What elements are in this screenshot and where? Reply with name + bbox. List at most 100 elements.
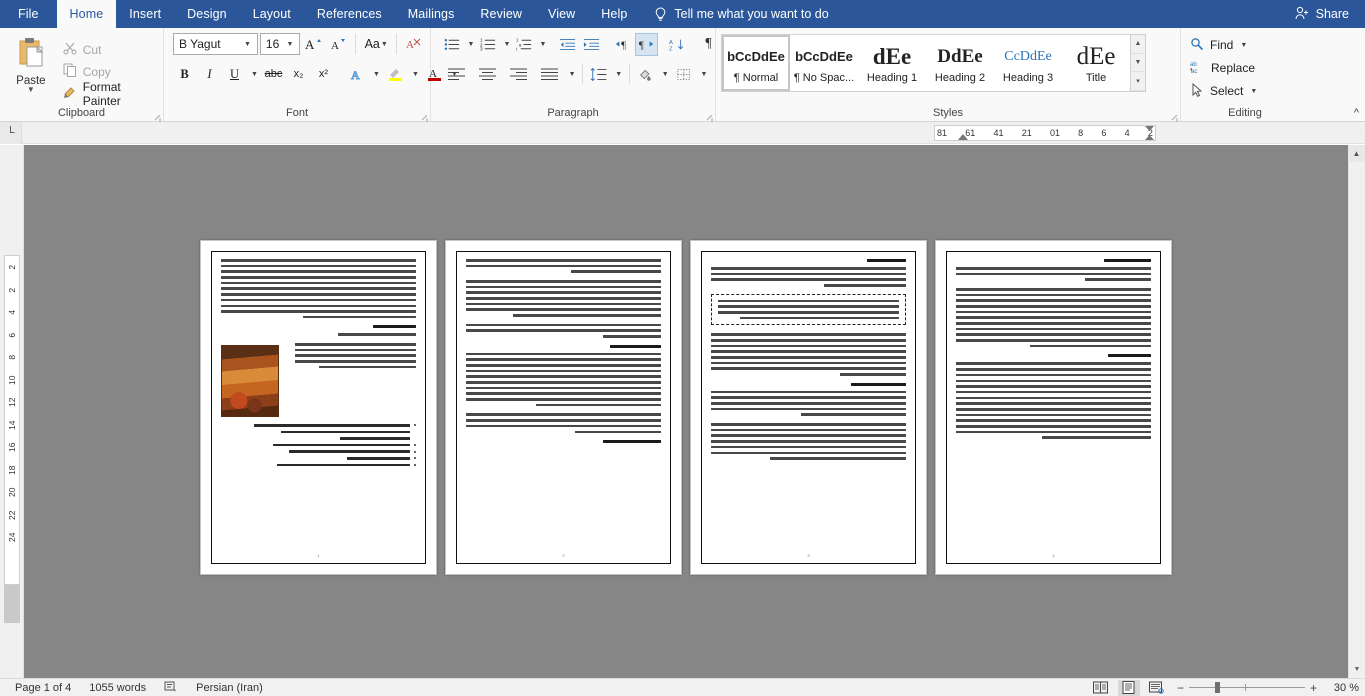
align-left-button[interactable] <box>441 63 471 86</box>
document-canvas[interactable]: 1 2 3 4 <box>24 145 1348 678</box>
tab-layout[interactable]: Layout <box>240 0 304 28</box>
right-to-left-button[interactable]: ¶ <box>635 32 658 56</box>
subscript-button[interactable]: x₂ <box>287 63 310 86</box>
text-effects-button[interactable]: A <box>345 63 368 86</box>
tab-stop-selector[interactable]: └ <box>0 121 22 144</box>
language-indicator[interactable]: Persian (Iran) <box>187 682 272 694</box>
select-button[interactable]: Select ▼ <box>1186 80 1261 102</box>
shading-button[interactable] <box>634 63 657 86</box>
cut-button[interactable]: Cut <box>59 39 158 60</box>
first-line-indent-marker[interactable] <box>958 134 968 140</box>
list-item[interactable] <box>221 463 416 467</box>
format-painter-button[interactable]: Format Painter <box>59 80 158 108</box>
tab-view[interactable]: View <box>535 0 588 28</box>
heading-block[interactable] <box>602 440 661 444</box>
paragraph-block[interactable] <box>711 390 906 417</box>
tab-references[interactable]: References <box>304 0 395 28</box>
tab-design[interactable]: Design <box>174 0 240 28</box>
heading-block[interactable] <box>867 259 906 262</box>
list-item[interactable] <box>221 443 416 447</box>
list-item[interactable] <box>221 430 416 434</box>
paragraph-block[interactable] <box>466 323 661 338</box>
style-item-heading-3[interactable]: CcDdEe Heading 3 <box>994 35 1062 91</box>
text-highlight-button[interactable] <box>384 63 407 86</box>
proofing-icon[interactable] <box>155 681 187 695</box>
tab-help[interactable]: Help <box>588 0 640 28</box>
highlight-caret[interactable]: ▼ <box>409 63 421 86</box>
list-item[interactable] <box>221 450 416 454</box>
heading-block[interactable] <box>851 382 906 386</box>
styles-more-button[interactable]: ▾ <box>1131 72 1145 92</box>
zoom-track[interactable] <box>1188 682 1305 693</box>
numbering-caret[interactable]: ▼ <box>501 33 512 56</box>
underline-caret[interactable]: ▼ <box>248 63 260 86</box>
style-item-normal[interactable]: bCcDdEe ¶ Normal <box>722 35 790 91</box>
find-button[interactable]: Find ▼ <box>1186 34 1261 56</box>
increase-indent-button[interactable] <box>580 33 603 56</box>
style-item-no-spacing[interactable]: bCcDdEe ¶ No Spac... <box>790 35 858 91</box>
vertical-scrollbar[interactable]: ▲ ▼ <box>1348 145 1365 678</box>
paragraph-block[interactable] <box>956 267 1151 281</box>
superscript-button[interactable]: x² <box>312 63 335 86</box>
list-item[interactable] <box>221 437 416 440</box>
font-name-caret[interactable]: ▼ <box>240 41 255 48</box>
vertical-ruler[interactable]: 2 2 4 6 8 10 12 14 16 18 20 22 24 <box>4 255 20 585</box>
font-size-combo[interactable]: 16 ▼ <box>259 33 301 55</box>
collapse-ribbon-button[interactable]: ^ <box>1354 107 1359 119</box>
underline-button[interactable]: U <box>223 63 246 86</box>
text-effects-caret[interactable]: ▼ <box>370 63 382 86</box>
styles-scroll-up-button[interactable]: ▲ <box>1131 35 1145 54</box>
paste-dropdown-caret[interactable]: ▼ <box>27 86 35 94</box>
heading-block[interactable] <box>373 325 416 329</box>
tell-me-box[interactable]: Tell me what you want to do <box>640 0 838 28</box>
replace-button[interactable]: ab ac Replace <box>1186 57 1261 79</box>
read-mode-button[interactable] <box>1090 680 1112 696</box>
paragraph-block[interactable] <box>956 362 1151 439</box>
clipboard-dialog-launcher[interactable] <box>152 111 161 124</box>
scroll-down-button[interactable]: ▼ <box>1349 661 1365 678</box>
document-page[interactable]: 2 <box>445 240 682 575</box>
shading-caret[interactable]: ▼ <box>658 63 671 86</box>
font-size-caret[interactable]: ▼ <box>282 41 297 48</box>
paragraph-block[interactable] <box>466 279 661 317</box>
style-item-heading-1[interactable]: dEe Heading 1 <box>858 35 926 91</box>
heading-block[interactable] <box>610 344 661 348</box>
share-button[interactable]: Share <box>1289 0 1355 28</box>
tab-home[interactable]: Home <box>56 0 117 28</box>
justify-caret[interactable]: ▼ <box>565 63 578 86</box>
zoom-level-label[interactable]: 30 % <box>1323 682 1359 694</box>
zoom-in-button[interactable]: + <box>1310 681 1317 695</box>
page-indicator[interactable]: Page 1 of 4 <box>6 682 80 694</box>
bullets-caret[interactable]: ▼ <box>465 33 476 56</box>
paragraph-dialog-launcher[interactable] <box>704 111 713 124</box>
tab-insert[interactable]: Insert <box>116 0 174 28</box>
book-cover-image[interactable] <box>221 345 279 418</box>
document-page[interactable]: 1 <box>200 240 437 575</box>
list-item[interactable] <box>221 424 416 427</box>
word-count[interactable]: 1055 words <box>80 682 155 694</box>
paragraph-block[interactable] <box>221 259 416 319</box>
change-case-button[interactable]: Aa ▼ <box>361 33 391 56</box>
styles-dialog-launcher[interactable] <box>1169 111 1178 124</box>
borders-button[interactable] <box>672 63 695 86</box>
web-layout-button[interactable] <box>1146 680 1168 696</box>
line-spacing-button[interactable] <box>587 63 610 86</box>
clear-formatting-button[interactable]: A <box>402 33 425 56</box>
left-to-right-button[interactable]: ¶ <box>611 33 634 56</box>
paragraph-block[interactable] <box>711 333 906 376</box>
justify-button[interactable] <box>534 63 564 86</box>
decrease-indent-button[interactable] <box>556 33 579 56</box>
paragraph-block[interactable] <box>711 423 906 460</box>
style-item-heading-2[interactable]: DdEe Heading 2 <box>926 35 994 91</box>
style-item-title[interactable]: dEe Title <box>1062 35 1130 91</box>
document-page[interactable]: 3 <box>690 240 927 575</box>
zoom-thumb[interactable] <box>1214 682 1220 693</box>
find-caret[interactable]: ▼ <box>1240 42 1247 49</box>
shrink-font-button[interactable]: A <box>327 33 350 56</box>
line-spacing-caret[interactable]: ▼ <box>612 63 625 86</box>
print-layout-button[interactable] <box>1117 679 1140 696</box>
font-name-combo[interactable]: B Yagut ▼ <box>173 33 258 55</box>
paragraph-block[interactable] <box>956 287 1151 348</box>
grow-font-button[interactable]: A <box>302 33 325 56</box>
collapse-pane-button[interactable]: ▲ <box>1348 145 1365 162</box>
